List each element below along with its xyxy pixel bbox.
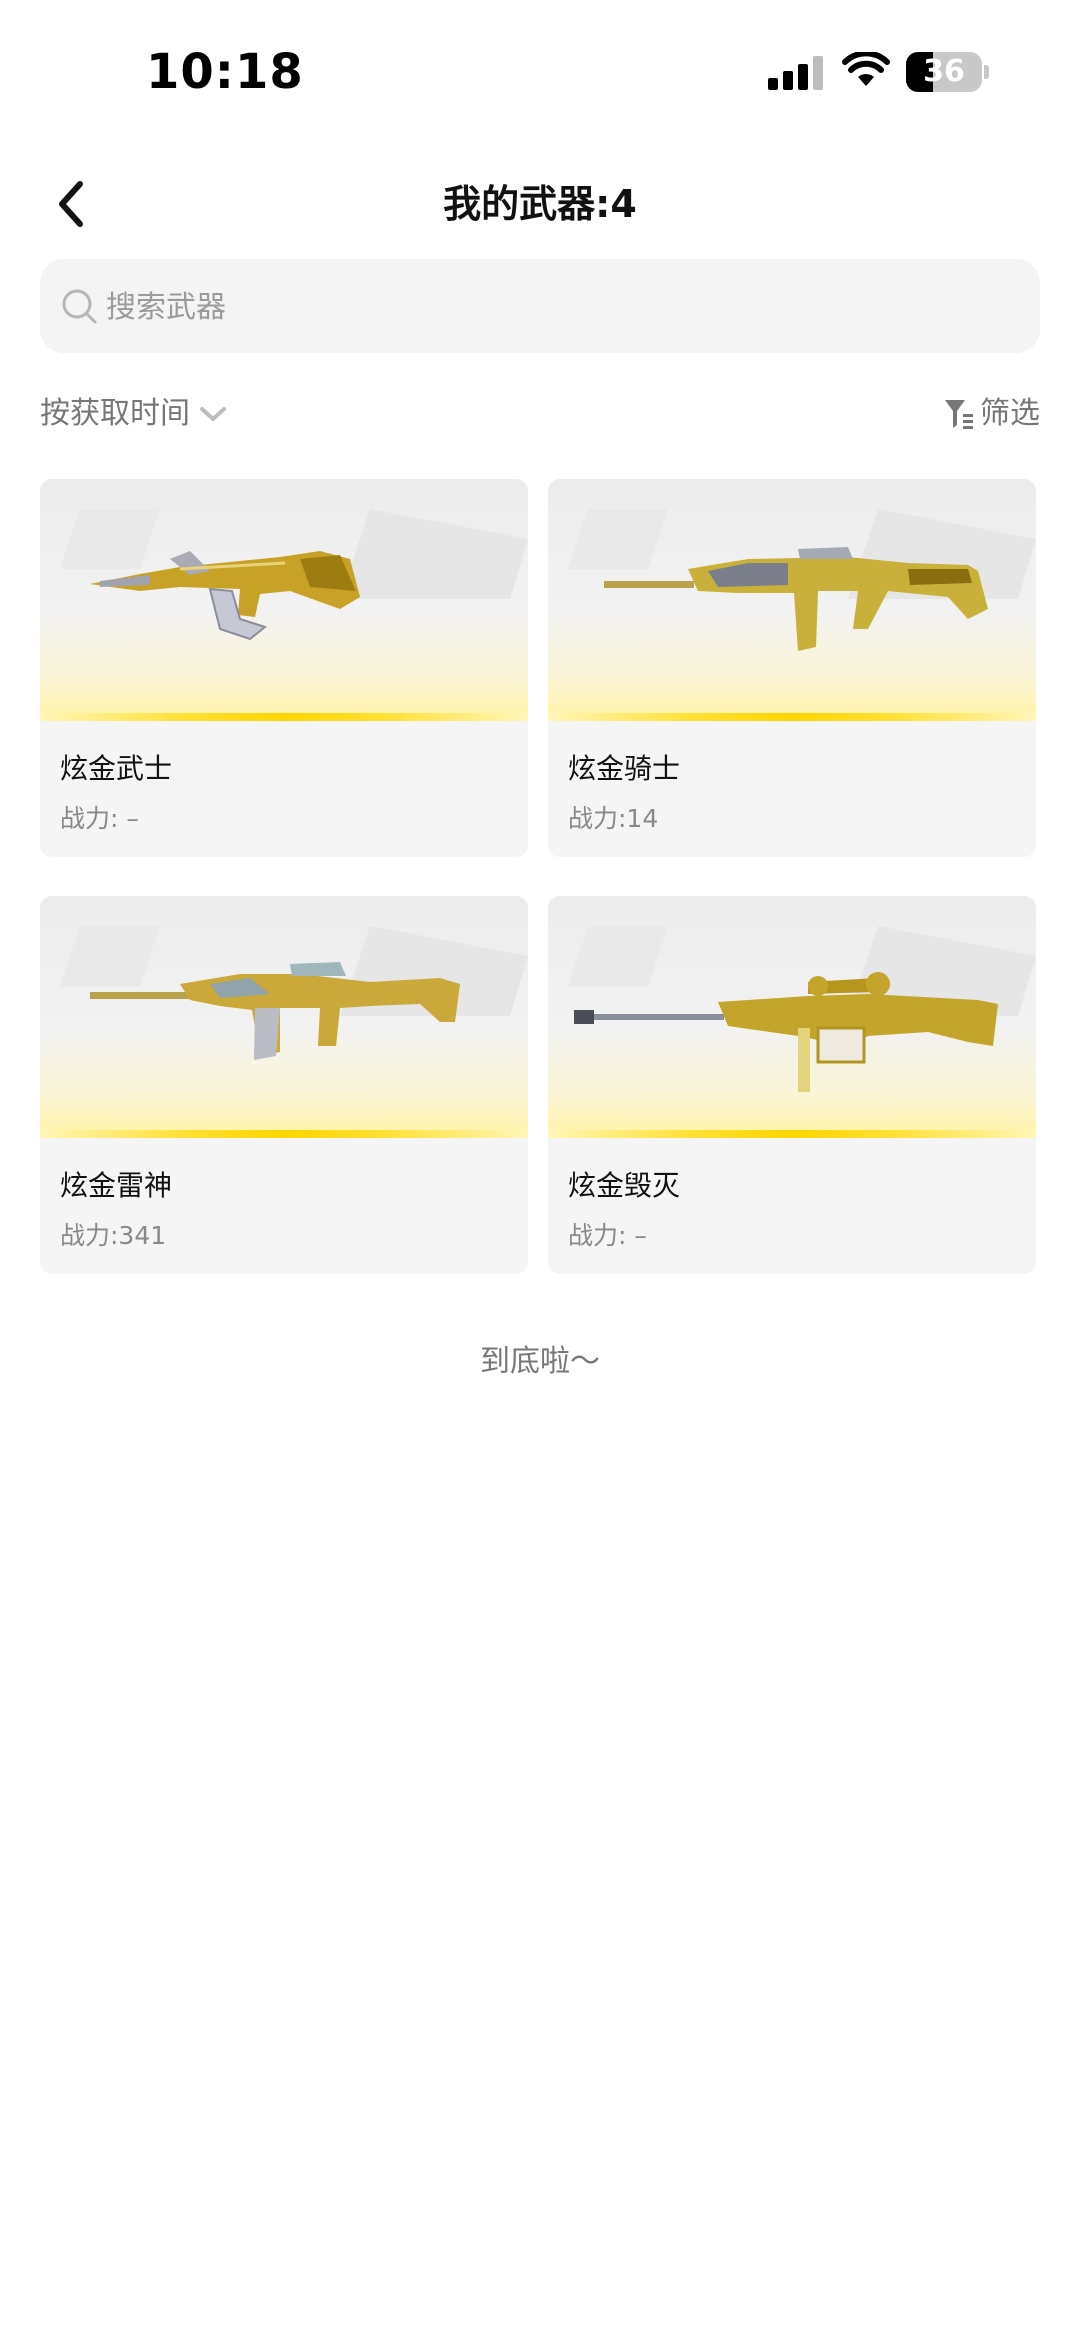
weapon-name: 炫金毁灭 — [568, 1169, 681, 1202]
page-title: 我的武器:4 — [443, 182, 637, 226]
weapon-power: 战力: – — [568, 1221, 647, 1250]
cellular-signal-icon — [768, 56, 823, 90]
weapon-name: 炫金骑士 — [568, 752, 681, 785]
weapon-card[interactable]: 炫金武士 战力: – — [40, 479, 528, 857]
filter-button[interactable]: 筛选 — [944, 392, 1040, 436]
weapon-name: 炫金武士 — [60, 752, 173, 785]
weapon-image — [548, 479, 1036, 721]
weapon-card[interactable]: 炫金雷神 战力:341 — [40, 896, 528, 1274]
battery-level: 36 — [923, 54, 965, 89]
filter-label: 筛选 — [980, 396, 1040, 431]
search-input[interactable] — [104, 259, 1008, 355]
weapon-image — [548, 896, 1036, 1138]
chevron-down-icon — [200, 407, 226, 421]
end-of-list-text: 到底啦～ — [480, 1344, 600, 1379]
weapon-power: 战力: – — [60, 804, 139, 833]
sort-dropdown[interactable]: 按获取时间 — [40, 392, 228, 436]
weapon-name: 炫金雷神 — [60, 1169, 173, 1202]
search-bar[interactable] — [40, 259, 1040, 355]
weapon-power: 战力:341 — [60, 1221, 167, 1250]
weapon-card[interactable]: 炫金骑士 战力:14 — [548, 479, 1036, 857]
weapon-image — [40, 896, 528, 1138]
status-time: 10:18 — [146, 44, 304, 100]
status-bar: 10:18 36 — [0, 0, 1080, 140]
battery-indicator: 36 — [906, 52, 989, 92]
filter-icon — [945, 400, 973, 429]
weapon-power: 战力:14 — [568, 804, 659, 833]
sort-label: 按获取时间 — [40, 396, 190, 431]
weapon-card[interactable]: 炫金毁灭 战力: – — [548, 896, 1036, 1274]
weapon-image — [40, 479, 528, 721]
search-icon — [62, 289, 97, 324]
wifi-icon — [842, 52, 890, 86]
